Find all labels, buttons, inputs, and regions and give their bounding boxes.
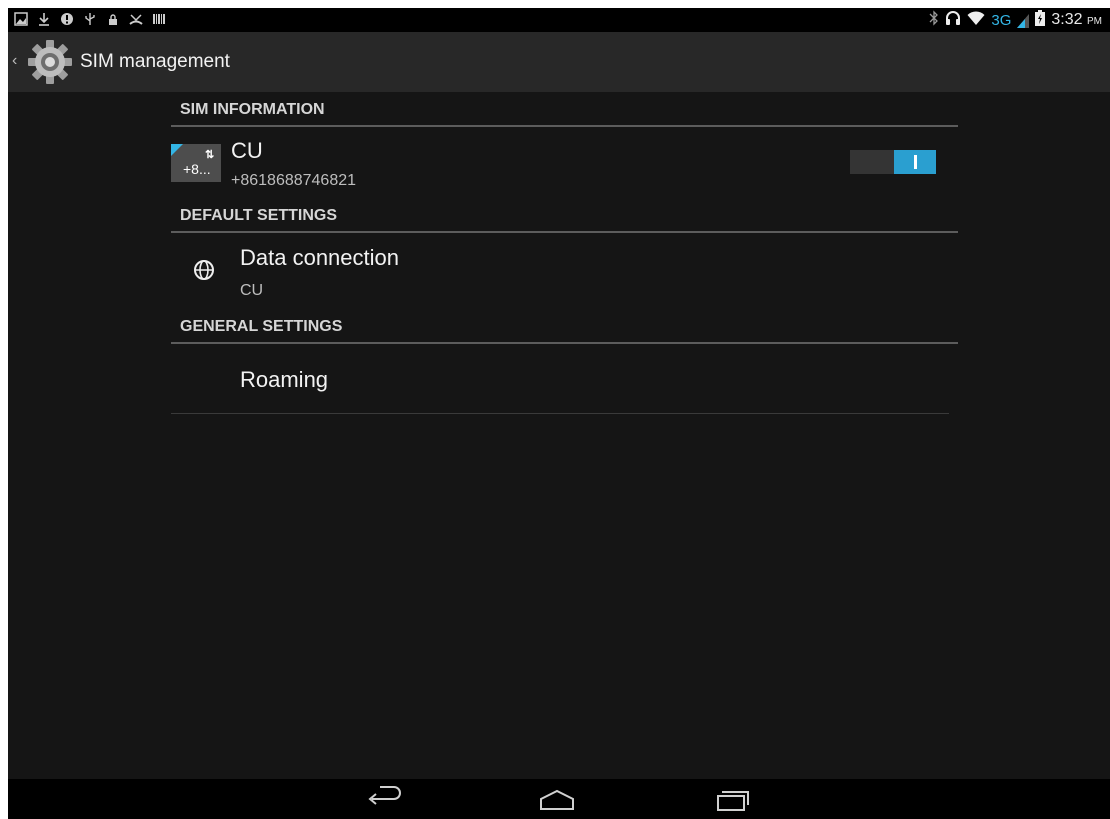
screen: 3G 3:32 PM ‹ SIM management SIM INFORMAT… xyxy=(8,8,1110,819)
globe-icon xyxy=(194,260,214,280)
section-header-general-settings: GENERAL SETTINGS xyxy=(171,316,958,344)
settings-gear-icon xyxy=(28,40,72,84)
up-button[interactable]: ‹ SIM management xyxy=(8,32,238,92)
wifi-icon xyxy=(967,10,985,31)
home-icon xyxy=(540,789,574,810)
usb-icon xyxy=(83,12,97,28)
barcode-icon xyxy=(152,12,166,28)
recents-icon xyxy=(717,791,749,811)
download-icon xyxy=(37,12,51,28)
sim-name: CU xyxy=(231,138,263,163)
bluetooth-icon xyxy=(929,9,939,31)
battery-icon xyxy=(1035,9,1046,31)
section-header-default-settings: DEFAULT SETTINGS xyxy=(171,205,958,233)
system-status-icons: 3G 3:32 PM xyxy=(929,9,1102,31)
clock: 3:32 PM xyxy=(1051,11,1102,29)
sim-badge-number: +8... xyxy=(183,161,211,177)
home-button[interactable] xyxy=(537,785,577,813)
clock-ampm: PM xyxy=(1087,16,1102,27)
network-type-label: 3G xyxy=(991,11,1012,29)
alert-icon xyxy=(60,12,74,28)
section-header-sim-information: SIM INFORMATION xyxy=(171,99,958,127)
status-bar: 3G 3:32 PM xyxy=(8,8,1110,32)
sim-number: +8618688746821 xyxy=(231,172,357,189)
signal-icon xyxy=(1017,14,1030,28)
sim-card-badge-icon: +8... ⇅ xyxy=(171,144,221,182)
roaming-title: Roaming xyxy=(240,367,329,392)
image-notification-icon xyxy=(14,12,28,28)
switch-thumb xyxy=(894,150,936,174)
clock-time: 3:32 xyxy=(1051,11,1083,28)
back-caret-icon: ‹ xyxy=(12,52,18,69)
sim-badge-corner xyxy=(171,144,183,156)
recents-button[interactable] xyxy=(714,785,754,813)
action-bar: ‹ SIM management xyxy=(8,32,1110,92)
switch-on-mark xyxy=(914,155,917,169)
divider xyxy=(171,413,949,414)
back-icon xyxy=(368,786,401,805)
data-connection-title: Data connection xyxy=(240,245,399,270)
action-bar-title: SIM management xyxy=(80,51,230,72)
data-activity-icon: ⇅ xyxy=(205,149,215,161)
data-connection-value: CU xyxy=(240,282,264,299)
lock-icon xyxy=(106,12,120,28)
back-button[interactable] xyxy=(366,785,406,813)
sim-enable-switch[interactable] xyxy=(850,150,936,174)
missed-call-icon xyxy=(129,12,143,28)
notification-icons xyxy=(14,11,166,29)
navigation-bar xyxy=(8,779,1110,819)
headset-icon xyxy=(945,10,961,31)
